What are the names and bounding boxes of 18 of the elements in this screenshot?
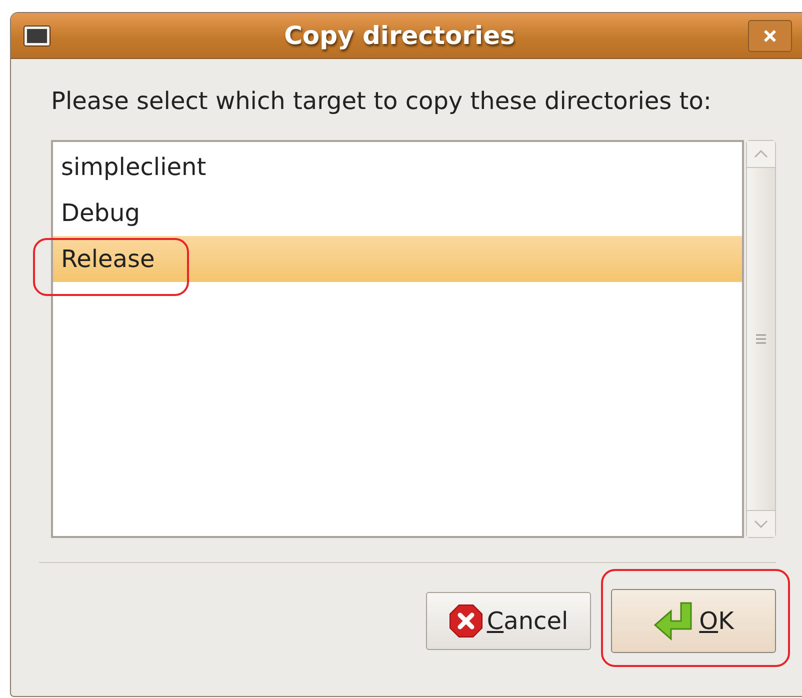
ok-button[interactable]: OK [611, 589, 776, 653]
list-item[interactable]: Debug [53, 190, 742, 236]
prompt-text: Please select which target to copy these directories to: [51, 87, 712, 115]
window-title: Copy directories [283, 21, 516, 50]
list-item[interactable]: simpleclient [53, 144, 742, 190]
list-item[interactable]: Release [53, 236, 742, 282]
chevron-up-icon [754, 150, 768, 158]
grip-icon [756, 334, 766, 344]
close-button[interactable] [748, 20, 792, 52]
close-icon [762, 28, 778, 44]
scroll-up-button[interactable] [747, 141, 775, 167]
window-menu-icon[interactable] [23, 24, 51, 46]
scroll-down-button[interactable] [747, 511, 775, 537]
stop-x-icon [448, 604, 483, 638]
cancel-button[interactable]: Cancel [426, 592, 591, 650]
scroll-thumb[interactable] [747, 167, 775, 511]
scrollbar[interactable] [746, 140, 776, 538]
chevron-down-icon [754, 520, 768, 528]
